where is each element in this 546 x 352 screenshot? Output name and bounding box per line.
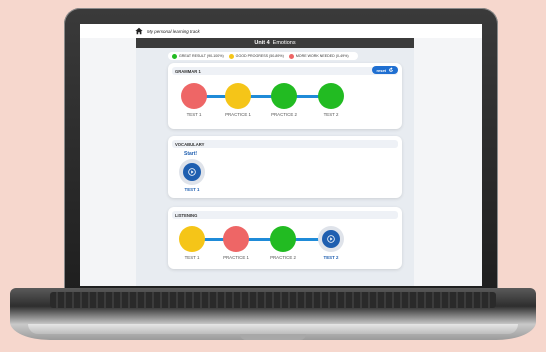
listening-track-line [194,238,330,241]
legend-item-great: GREAT RESULT (90-100%) [172,53,224,59]
app-title: My personal learning track [147,28,200,34]
red-dot-icon [288,53,294,59]
legend: GREAT RESULT (90-100%) GOOD PROGRESS (50… [168,52,358,60]
listening-practice1-label: PRACTICE 1 [223,255,249,260]
grammar-practice1-node[interactable] [225,83,251,109]
laptop-base [10,288,536,340]
top-bar: My personal learning track [80,24,482,38]
play-icon [327,235,335,243]
grammar-card-title: GRAMMAR 1 [172,67,398,75]
unit-name: Emotions [272,40,296,46]
listening-card: LISTENING TEST 1 PRACTICE 1 PRACTICE 2 T… [168,207,402,269]
home-icon[interactable] [134,27,143,36]
grammar-test2-node[interactable] [318,83,344,109]
green-dot-icon [172,53,177,59]
vocabulary-test1-play-button[interactable] [179,159,205,185]
yellow-dot-icon [228,53,234,59]
vocabulary-test1-label: TEST 1 [184,187,200,192]
reset-button[interactable]: reset [372,66,398,74]
laptop-notch [240,334,306,340]
grammar-practice2-label: PRACTICE 2 [271,112,297,117]
grammar-test2-label: TEST 2 [323,112,339,117]
grammar-practice2-node[interactable] [271,83,297,109]
listening-test2-label: TEST 2 [323,255,339,260]
reset-icon [389,67,393,72]
vocabulary-card: VOCABULARY Start! TEST 1 [168,136,402,198]
listening-card-title: LISTENING [172,211,398,219]
legend-item-good: GOOD PROGRESS (50-89%) [228,53,284,59]
vocabulary-card-title: VOCABULARY [172,140,398,148]
grammar-track-line [196,95,332,98]
listening-practice1-node[interactable] [223,226,249,252]
legend-item-more-work: MORE WORK NEEDED (0-49%) [288,53,349,59]
listening-test1-node[interactable] [179,226,205,252]
grammar-card: GRAMMAR 1 reset TEST 1 PRACTICE 1 PRACTI… [168,63,402,129]
listening-practice2-node[interactable] [270,226,296,252]
listening-practice2-label: PRACTICE 2 [270,255,296,260]
play-icon [188,168,196,176]
unit-label: Unit 4 [254,40,270,46]
grammar-practice1-label: PRACTICE 1 [225,112,251,117]
grammar-test1-label: TEST 1 [186,112,202,117]
listening-test2-play-button[interactable] [318,226,344,252]
unit-header: Unit 4 Emotions [136,38,414,48]
grammar-test1-node[interactable] [181,83,207,109]
listening-test1-label: TEST 1 [184,255,200,260]
start-label: Start! [184,151,198,157]
